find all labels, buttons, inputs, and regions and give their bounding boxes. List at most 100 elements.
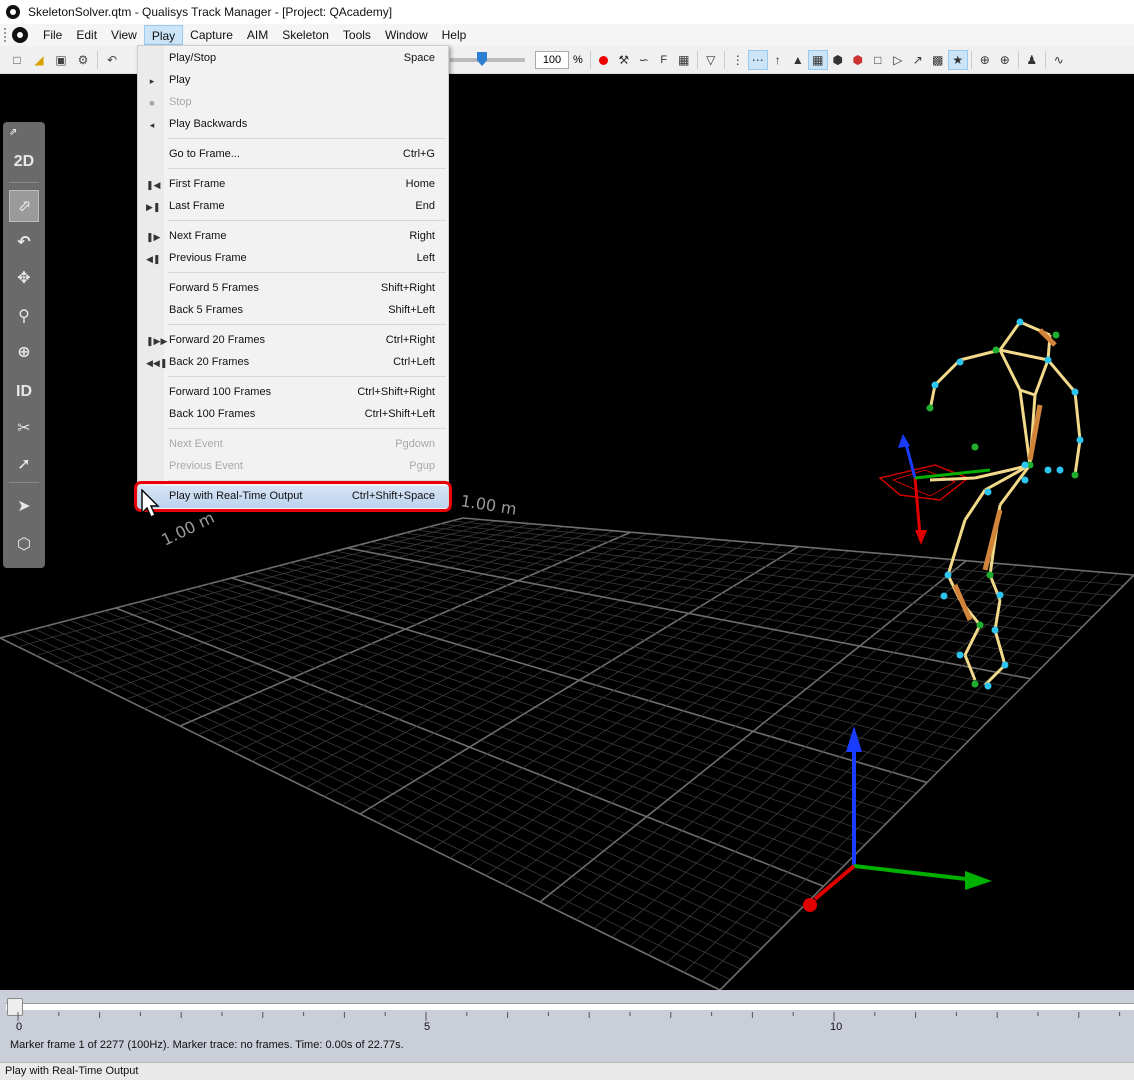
menu-file[interactable]: File bbox=[36, 25, 69, 45]
app-menu-icon[interactable] bbox=[12, 27, 28, 43]
record-button[interactable] bbox=[594, 50, 614, 70]
menu-item-first-frame[interactable]: ❚◀ First Frame Home bbox=[138, 174, 448, 196]
palette-separator bbox=[9, 482, 39, 483]
menu-item-back-100-frames[interactable]: Back 100 Frames Ctrl+Shift+Left bbox=[138, 404, 448, 426]
marker-point[interactable] bbox=[1021, 461, 1029, 469]
zoom-tool-icon[interactable]: ⚲ bbox=[3, 300, 45, 332]
marker-point[interactable] bbox=[1052, 331, 1060, 339]
menu-item-last-frame[interactable]: ▶❚ Last Frame End bbox=[138, 196, 448, 218]
grid-toggle-icon[interactable]: ▦ bbox=[807, 50, 828, 70]
marker-point[interactable] bbox=[1044, 466, 1052, 474]
menu-capture[interactable]: Capture bbox=[183, 25, 240, 45]
force-plate-icon[interactable]: ▲ bbox=[788, 50, 808, 70]
marker-point[interactable] bbox=[984, 682, 992, 690]
crosshair-icon[interactable]: ⊕ bbox=[975, 50, 995, 70]
marker-point[interactable] bbox=[991, 626, 999, 634]
funnel-icon[interactable]: ▽ bbox=[701, 50, 721, 70]
menu-help[interactable]: Help bbox=[435, 25, 474, 45]
bone-tool-icon[interactable]: ➚ bbox=[3, 448, 45, 480]
table-icon[interactable]: ▦ bbox=[674, 50, 694, 70]
menu-aim[interactable]: AIM bbox=[240, 25, 275, 45]
menu-item-forward-100-frames[interactable]: Forward 100 Frames Ctrl+Shift+Right bbox=[138, 382, 448, 404]
tool-palette: ⇗ 2D ⬀ ↶ ✥ ⚲ ⊕ ID ✂ ➚ ➤ ⬡ bbox=[3, 122, 45, 568]
marker-point[interactable] bbox=[1071, 471, 1079, 479]
undo-icon[interactable]: ↶ bbox=[104, 52, 120, 68]
select-tool-icon[interactable]: ⬀ bbox=[9, 190, 39, 222]
playback-speed-slider[interactable] bbox=[450, 52, 525, 66]
wand-icon[interactable]: ⚒ bbox=[614, 50, 634, 70]
menu-item-next-frame[interactable]: ❚▶ Next Frame Right bbox=[138, 226, 448, 248]
menu-play[interactable]: Play bbox=[143, 25, 184, 45]
menu-item-play[interactable]: ▸ Play bbox=[138, 70, 448, 92]
menu-item-back-5-frames[interactable]: Back 5 Frames Shift+Left bbox=[138, 300, 448, 322]
menu-skeleton[interactable]: Skeleton bbox=[275, 25, 336, 45]
menu-bar: File Edit View Play Capture AIM Skeleton… bbox=[0, 24, 1134, 46]
settings-gear-icon[interactable]: ⚙ bbox=[75, 52, 91, 68]
marker-point[interactable] bbox=[1071, 388, 1079, 396]
playback-speed-input[interactable]: 100 bbox=[535, 51, 569, 69]
marker-point[interactable] bbox=[931, 381, 939, 389]
rigid-body-icon[interactable]: ⬢ bbox=[828, 50, 848, 70]
marker-point[interactable] bbox=[1044, 356, 1052, 364]
marker-point[interactable] bbox=[1016, 318, 1024, 326]
identify-tool-button[interactable]: ID bbox=[3, 376, 45, 408]
skeleton-bone bbox=[999, 348, 1049, 362]
camera-icon[interactable]: ▩ bbox=[928, 50, 948, 70]
new-file-icon[interactable]: □ bbox=[9, 52, 25, 68]
speed-slider-thumb[interactable] bbox=[477, 52, 487, 66]
marker-point[interactable] bbox=[1076, 436, 1084, 444]
volume-cube-icon[interactable]: ⬡ bbox=[3, 528, 45, 560]
menu-item-play-stop[interactable]: Play/Stop Space bbox=[138, 48, 448, 70]
collapse-palette-icon[interactable]: ⇗ bbox=[3, 122, 45, 142]
marker-point[interactable] bbox=[976, 621, 984, 629]
bone-icon[interactable]: ⬢ bbox=[848, 50, 868, 70]
open-folder-icon[interactable]: ◢ bbox=[31, 52, 47, 68]
menu-item-go-to-frame[interactable]: Go to Frame... Ctrl+G bbox=[138, 144, 448, 166]
cut-trajectory-icon[interactable]: ✂ bbox=[3, 412, 45, 444]
menu-item-play-backwards[interactable]: ◂ Play Backwards bbox=[138, 114, 448, 136]
menu-view[interactable]: View bbox=[104, 25, 144, 45]
person-icon[interactable]: ♟ bbox=[1022, 50, 1042, 70]
save-icon[interactable]: ▣ bbox=[53, 52, 69, 68]
camera-ray-icon[interactable]: ↗ bbox=[908, 50, 928, 70]
send-tool-icon[interactable]: ➤ bbox=[3, 490, 45, 522]
2d-view-button[interactable]: 2D bbox=[3, 146, 45, 178]
marker-point[interactable] bbox=[926, 404, 934, 412]
menu-item-previous-frame[interactable]: ◀❚ Previous Frame Left bbox=[138, 248, 448, 270]
menu-edit[interactable]: Edit bbox=[69, 25, 104, 45]
menu-item-forward-20-frames[interactable]: ❚▶▶ Forward 20 Frames Ctrl+Right bbox=[138, 330, 448, 352]
marker-point[interactable] bbox=[1021, 476, 1029, 484]
timeline-track[interactable] bbox=[6, 1003, 1134, 1010]
menu-item-back-20-frames[interactable]: ◀◀❚ Back 20 Frames Ctrl+Left bbox=[138, 352, 448, 374]
marker-tool-icon[interactable]: ⋮ bbox=[728, 50, 748, 70]
marker-point[interactable] bbox=[971, 680, 979, 688]
force-icon[interactable]: ↑ bbox=[768, 50, 788, 70]
marker-point[interactable] bbox=[996, 591, 1004, 599]
marker-point[interactable] bbox=[940, 592, 948, 600]
add-crosshair-icon[interactable]: ⊕ bbox=[995, 50, 1015, 70]
menu-item-shortcut: End bbox=[415, 200, 435, 212]
center-tool-icon[interactable]: ⊕ bbox=[3, 336, 45, 368]
menu-tools[interactable]: Tools bbox=[336, 25, 378, 45]
marker-point[interactable] bbox=[986, 571, 994, 579]
rotate-tool-icon[interactable]: ↶ bbox=[3, 226, 45, 258]
translate-tool-icon[interactable]: ✥ bbox=[3, 262, 45, 294]
marker-point[interactable] bbox=[992, 346, 1000, 354]
cone-icon[interactable]: ▷ bbox=[888, 50, 908, 70]
marker-point[interactable] bbox=[956, 651, 964, 659]
menu-item-forward-5-frames[interactable]: Forward 5 Frames Shift+Right bbox=[138, 278, 448, 300]
marker-point[interactable] bbox=[956, 358, 964, 366]
marker-point[interactable] bbox=[971, 443, 979, 451]
menu-window[interactable]: Window bbox=[378, 25, 435, 45]
plot-icon[interactable]: ∿ bbox=[1049, 50, 1069, 70]
marker-point[interactable] bbox=[1001, 661, 1009, 669]
marker-point[interactable] bbox=[1056, 466, 1064, 474]
marker-point[interactable] bbox=[944, 571, 952, 579]
filter-icon[interactable]: F bbox=[654, 50, 674, 70]
skeleton-toggle-icon[interactable]: ★ bbox=[947, 50, 968, 70]
trajectory-tool-icon[interactable]: ⋯ bbox=[747, 50, 768, 70]
cube-icon[interactable]: □ bbox=[868, 50, 888, 70]
link-icon[interactable]: ∽ bbox=[634, 50, 654, 70]
skeleton-bone bbox=[946, 519, 967, 576]
marker-point[interactable] bbox=[984, 488, 992, 496]
